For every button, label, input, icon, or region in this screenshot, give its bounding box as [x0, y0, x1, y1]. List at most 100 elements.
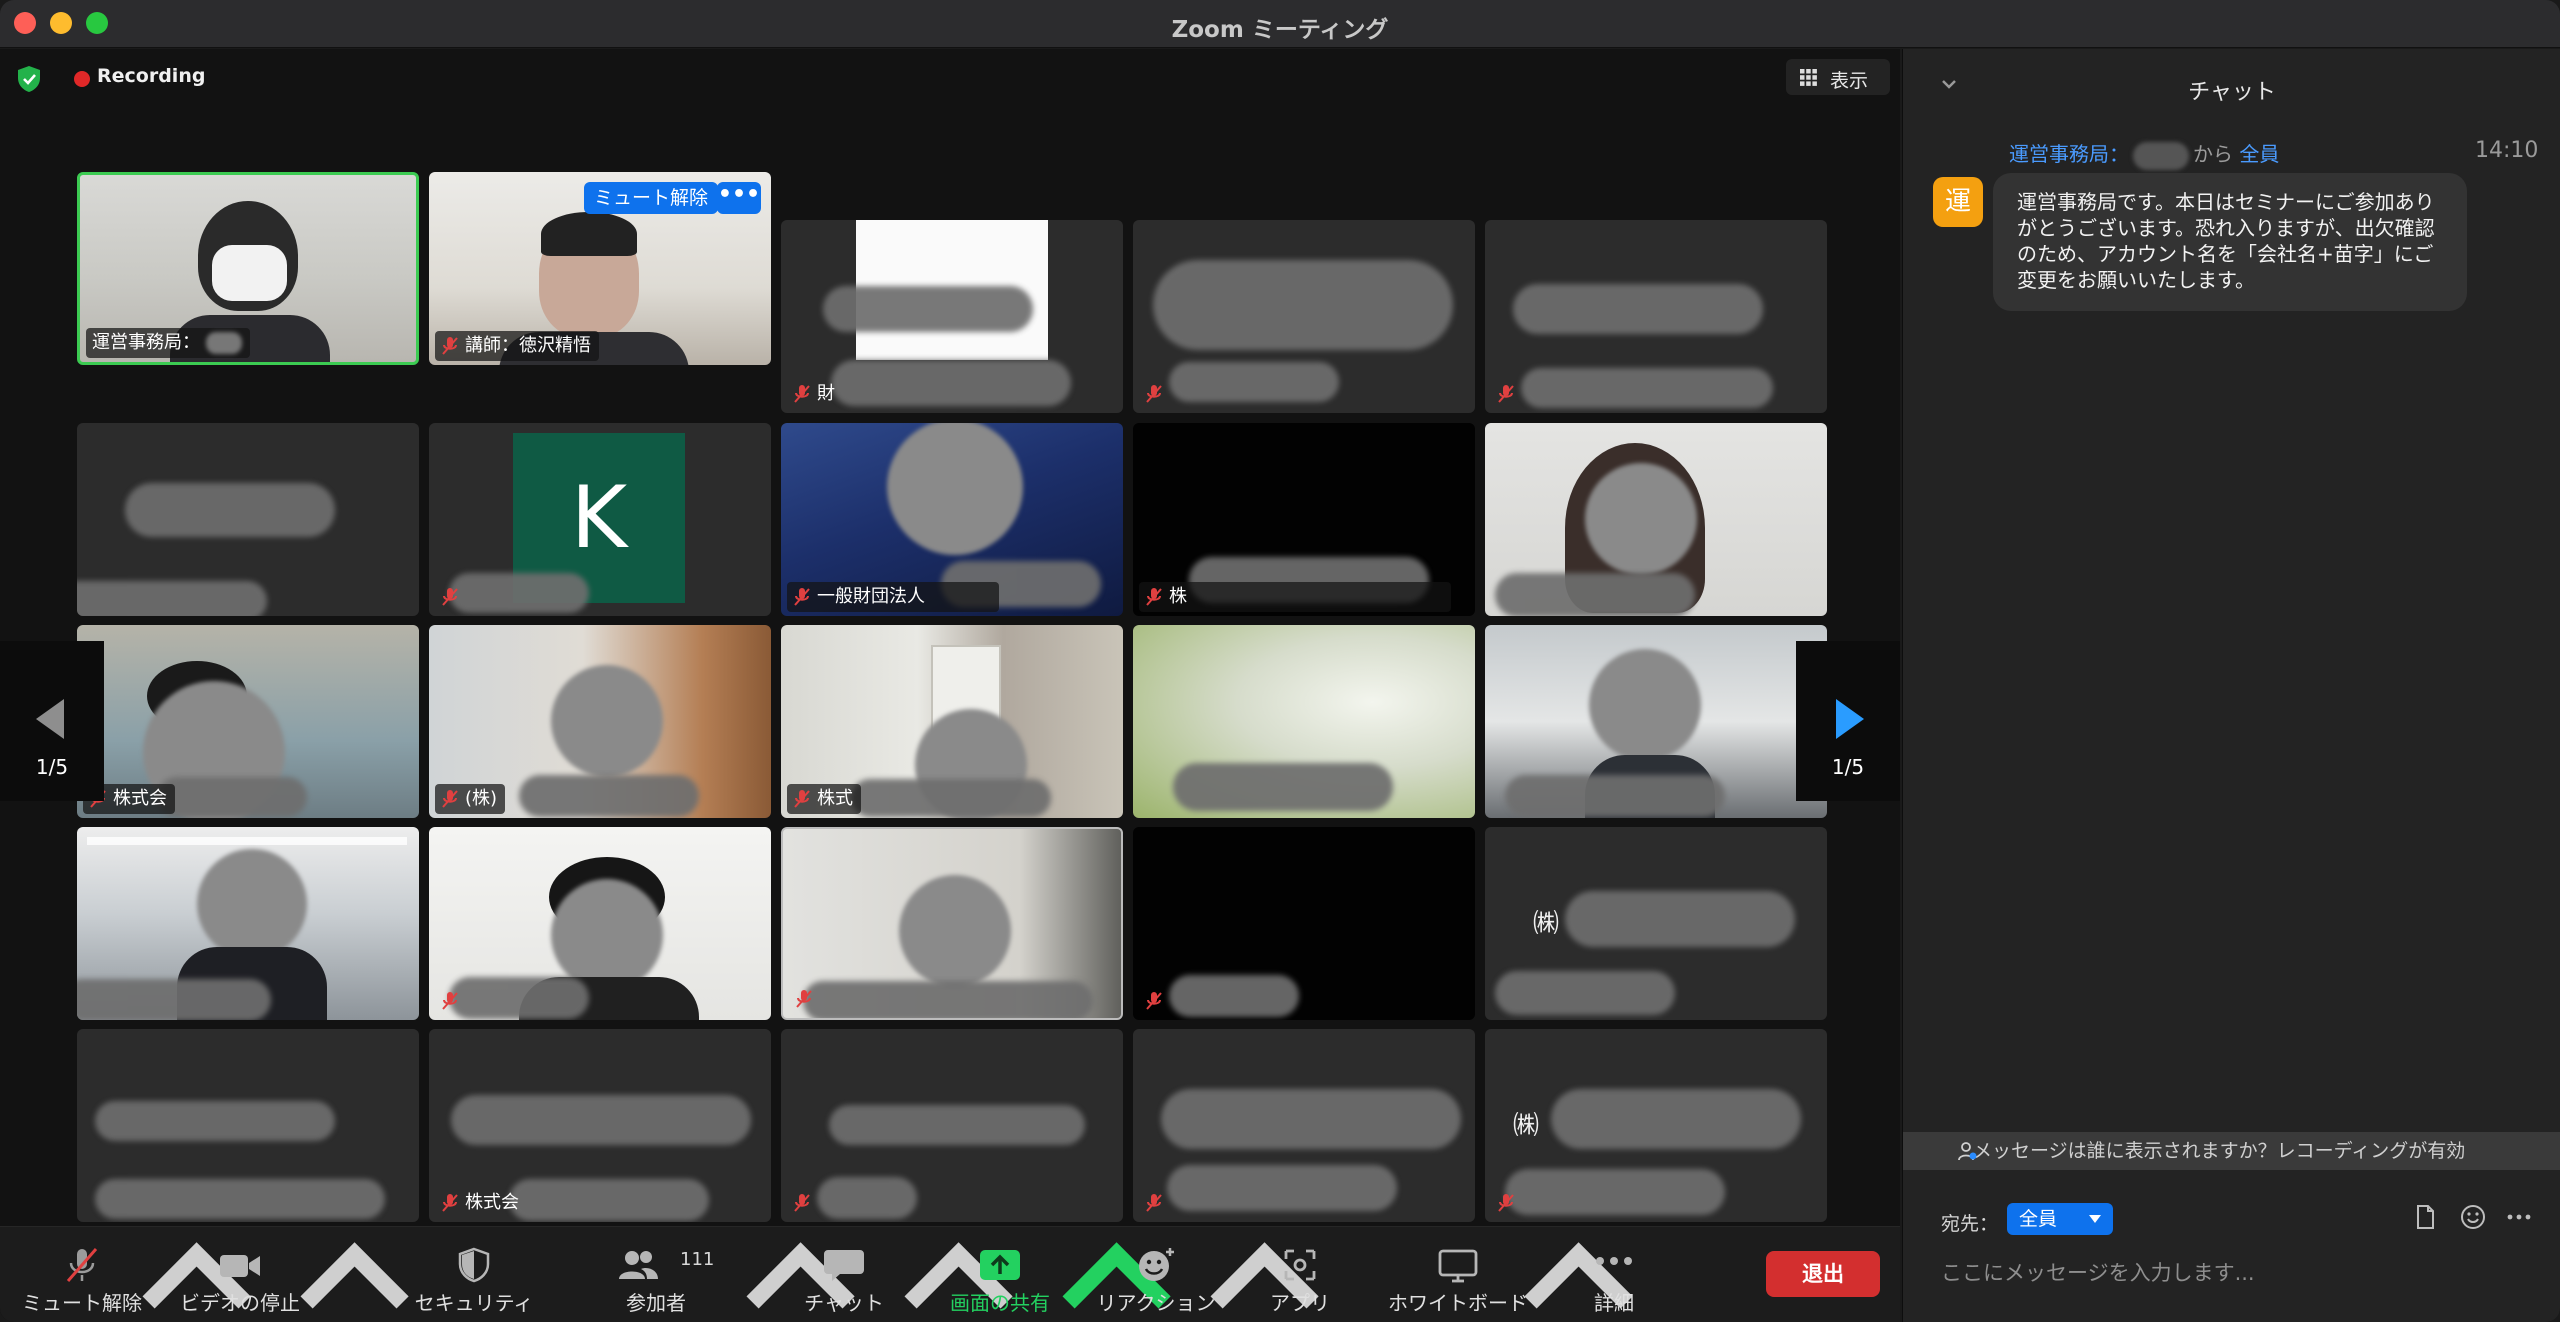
chat-title: チャット [2188, 80, 2276, 105]
video-tile[interactable] [1485, 220, 1827, 413]
redacted-name [829, 1105, 1085, 1145]
next-page-button[interactable]: 1/5 [1796, 641, 1900, 801]
participant-name: (株) [435, 784, 506, 814]
whiteboard-button[interactable]: ホワイトボード [1388, 1227, 1528, 1322]
video-tile[interactable] [1485, 423, 1827, 616]
participant-video [899, 875, 1011, 987]
view-label: 表示 [1830, 70, 1869, 92]
recording-label[interactable]: Recording [97, 65, 205, 87]
redacted-name [77, 581, 267, 616]
message-recipient[interactable]: 全員 [2239, 142, 2279, 166]
participant-name [1139, 379, 1171, 409]
participants-icon [619, 1251, 658, 1279]
participant-video [551, 665, 663, 777]
participant-name [435, 986, 467, 1016]
background-lights [87, 837, 407, 845]
muted-mic-icon [1146, 588, 1162, 606]
video-tile[interactable]: 株式会 [429, 1029, 771, 1222]
participant-name: 株式会 [435, 1188, 527, 1218]
more-dots-icon [1596, 1257, 1632, 1265]
unmute-button[interactable]: ミュート解除 [22, 1227, 142, 1322]
video-tile[interactable] [77, 1029, 419, 1222]
redacted-name [157, 777, 307, 817]
recipient-select[interactable]: 全員 [2007, 1203, 2113, 1235]
participant-name [1139, 1188, 1171, 1218]
redacted-name [1167, 1165, 1397, 1211]
video-tile[interactable]: ミュート解除 ••• 講師：徳沢精悟 [429, 172, 771, 365]
unmute-request-button[interactable]: ミュート解除 [584, 182, 719, 214]
video-tile[interactable] [781, 1029, 1123, 1222]
participant-video [551, 879, 663, 991]
stop-video-button[interactable]: ビデオの停止 [180, 1227, 300, 1322]
redacted-name [449, 977, 589, 1019]
video-tile[interactable] [429, 827, 771, 1020]
video-tile[interactable]: ㈱ [1485, 827, 1827, 1020]
participants-button[interactable]: 111 参加者 [616, 1227, 714, 1322]
video-tile[interactable] [77, 827, 419, 1020]
video-tile[interactable]: (株) [429, 625, 771, 818]
video-tile[interactable]: 財 [781, 220, 1123, 413]
video-tile[interactable] [781, 827, 1123, 1020]
security-shield-icon [458, 1247, 490, 1283]
redacted-name [1521, 368, 1773, 408]
redacted-name [803, 981, 1093, 1018]
chat-message[interactable]: 運営事務局です。本日はセミナーにご参加ありがとうございます。恐れ入りますが、出欠… [1993, 173, 2467, 311]
more-options-icon[interactable] [2505, 1203, 2533, 1231]
muted-mic-icon [1146, 385, 1162, 403]
window-title: Zoom ミーティング [1171, 17, 1389, 43]
muted-mic-icon [66, 1248, 98, 1282]
video-tile[interactable]: 運営事務局： [77, 172, 419, 365]
arrow-right-icon [1836, 699, 1864, 739]
encryption-shield-icon[interactable] [16, 65, 42, 93]
video-tile[interactable]: 一般財団法人 [781, 423, 1123, 616]
muted-mic-icon [442, 992, 458, 1010]
chat-button[interactable]: チャット [804, 1227, 884, 1322]
chat-message-input[interactable] [1941, 1253, 2521, 1293]
muted-mic-icon [794, 588, 810, 606]
redacted-name [831, 360, 1071, 406]
participant-name [1139, 986, 1171, 1016]
redacted-name [509, 1179, 709, 1221]
video-tile[interactable] [77, 423, 419, 616]
muted-mic-icon [796, 990, 812, 1008]
video-tile[interactable] [1133, 220, 1475, 413]
apps-button[interactable]: アプリ [1260, 1227, 1340, 1322]
chat-panel: チャット 運営事務局： から 全員 14:10 運 運営事務局です。本日はセミナー… [1902, 49, 2560, 1322]
emoji-icon[interactable] [2459, 1203, 2487, 1231]
redacted-name [817, 1177, 917, 1219]
muted-mic-icon [1498, 1194, 1514, 1212]
message-sender[interactable]: 運営事務局： [2009, 142, 2129, 166]
video-tile[interactable]: ㈱ [1485, 1029, 1827, 1222]
video-camera-icon [220, 1255, 260, 1277]
participant-display-name: ㈱ [1513, 1111, 1540, 1141]
title-bar: Zoom ミーティング [0, 0, 2560, 48]
video-tile[interactable]: 株式 [781, 625, 1123, 818]
video-tile[interactable] [1133, 827, 1475, 1020]
file-icon[interactable] [2411, 1203, 2439, 1231]
video-tile[interactable] [1133, 625, 1475, 818]
video-tile[interactable]: K [429, 423, 771, 616]
visibility-notice[interactable]: メッセージは誰に表示されますか？レコーディングが有効 [1903, 1132, 2560, 1170]
video-tile[interactable]: 株 [1133, 423, 1475, 616]
more-button[interactable]: 詳細 [1574, 1227, 1654, 1322]
video-tile[interactable]: 株式会 [77, 625, 419, 818]
security-button[interactable]: セキュリティ [415, 1227, 533, 1322]
reactions-button[interactable]: リアクション [1097, 1227, 1216, 1322]
video-tile[interactable] [1485, 625, 1827, 818]
leave-meeting-button[interactable]: 退出 [1766, 1251, 1880, 1297]
message-time: 14:10 [2475, 138, 2539, 163]
tile-more-button[interactable]: ••• [717, 182, 761, 214]
participant-name [1491, 379, 1523, 409]
redacted-name [1169, 975, 1299, 1017]
video-tile[interactable] [1133, 1029, 1475, 1222]
muted-mic-icon [442, 337, 458, 355]
share-screen-button[interactable]: 画面の共有 [950, 1227, 1050, 1322]
participant-video [1589, 649, 1701, 761]
apps-icon [1284, 1249, 1316, 1281]
muted-mic-icon [442, 1194, 458, 1212]
participant-name [789, 984, 821, 1014]
participant-name: 講師：徳沢精悟 [435, 331, 599, 361]
view-button[interactable]: 表示 [1786, 59, 1890, 95]
recording-dot-icon [74, 71, 90, 87]
previous-page-button[interactable]: 1/5 [0, 641, 104, 801]
